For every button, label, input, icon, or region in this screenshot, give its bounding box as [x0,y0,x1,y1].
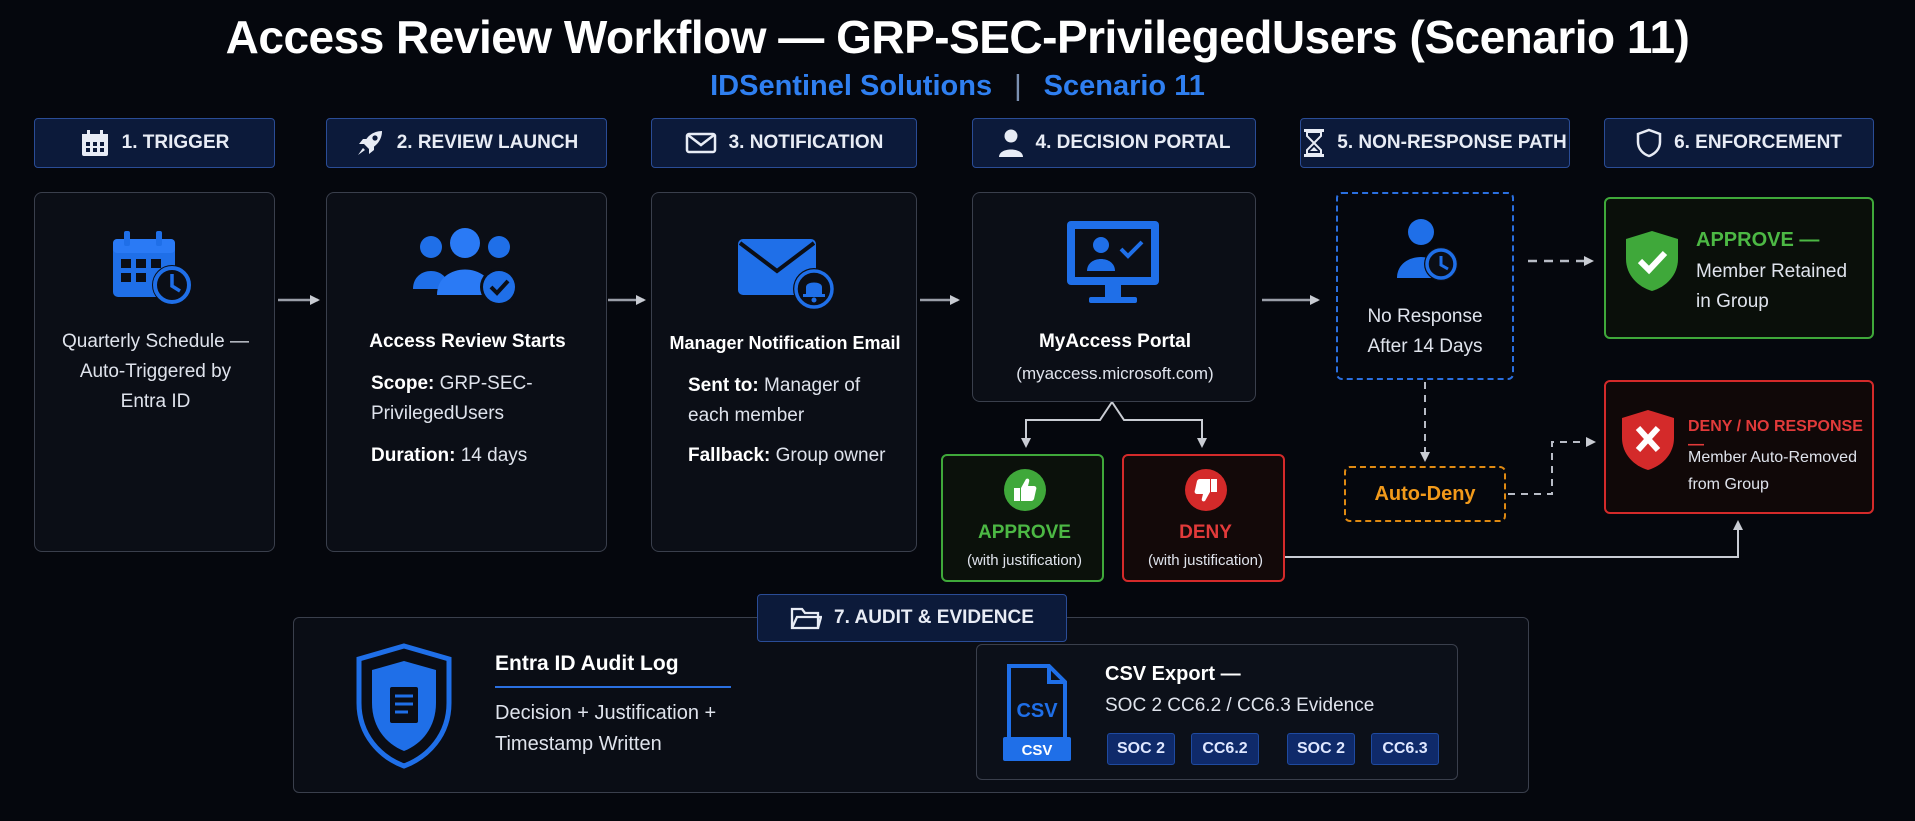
header-label: 4. DECISION PORTAL [1035,132,1231,153]
trigger-line: Quarterly Schedule — [62,331,249,352]
trigger-line: Auto-Triggered by [79,361,232,382]
audit-log-line: Decision + Justification + [495,702,717,724]
arrow-deny-enforce [1284,520,1743,558]
scope-value-cont: PrivilegedUsers [371,403,505,424]
tag-soc2: SOC 2 [1287,733,1355,765]
user-clock-icon [1397,219,1458,281]
sent-line: Sent to: Manager of [688,371,908,401]
approve-box: APPROVE (with justification) [941,454,1104,582]
sent-value: Manager of [764,375,861,396]
header-label: 7. AUDIT & EVIDENCE [834,607,1034,628]
enforce-approve-text: Member Retained in Group [1696,257,1847,317]
thumbs-up-icon [1004,469,1046,511]
enforce-approve-box: APPROVE — Member Retained in Group [1604,197,1874,339]
duration-line: Duration: 14 days [371,441,601,471]
fallback-label: Fallback: [688,445,771,466]
header-audit: 7. AUDIT & EVIDENCE [757,594,1067,642]
trigger-line: Entra ID [120,391,191,412]
header-non-response: 5. NON-RESPONSE PATH [1300,118,1570,168]
portal-heading: MyAccess Portal [1038,331,1192,352]
audit-log-title: Entra ID Audit Log [495,652,679,675]
deny-note: (with justification) [1147,552,1264,569]
user-group-icon [413,228,518,306]
audit-log-underline [495,686,731,688]
approve-label: APPROVE [978,522,1071,543]
fallback-line: Fallback: Group owner [688,441,908,471]
header-label: 5. NON-RESPONSE PATH [1337,132,1567,153]
csv-icon-text: CSV [1016,700,1058,722]
arrow-autodeny-enforce [1508,437,1596,495]
csv-export-box: CSV CSV CSV Export — SOC 2 CC6.2 / CC6.3… [976,644,1458,780]
tag-soc2: SOC 2 [1107,733,1175,765]
calendar-icon [81,130,108,156]
csv-badge: CSV [1022,742,1053,759]
calendar-clock-icon [113,231,192,305]
tag-cc63: CC6.3 [1371,733,1439,765]
header-label: 1. TRIGGER [121,132,230,153]
export-line: SOC 2 CC6.2 / CC6.3 Evidence [1105,695,1375,716]
diagram-canvas: Access Review Workflow — GRP-SEC-Privile… [0,0,1915,821]
card-trigger: Quarterly Schedule — Auto-Triggered by E… [34,192,275,552]
audit-log-text: Decision + Justification + Timestamp Wri… [495,698,716,760]
arrow-portal-approve [1021,401,1113,448]
nonresponse-text: No Response After 14 Days [1338,302,1512,362]
duration-value: 14 days [460,445,528,466]
card-review-launch: Access Review Starts Scope: GRP-SEC- Pri… [326,192,607,552]
shield-check-icon [1626,231,1678,291]
header-review-launch: 2. REVIEW LAUNCH [326,118,607,168]
email-bell-icon [738,239,835,310]
enforce-deny-text: Member Auto-Removed from Group [1688,444,1857,498]
launch-heading: Access Review Starts [369,331,566,352]
autodeny-box: Auto-Deny [1344,466,1506,522]
nonresponse-box: No Response After 14 Days [1336,192,1514,380]
tag-cc62: CC6.2 [1191,733,1259,765]
arrow-portal-deny [1111,401,1207,448]
enforce-deny-box: DENY / NO RESPONSE — Member Auto-Removed… [1604,380,1874,514]
approve-note: (with justification) [966,552,1083,569]
enforce-deny-line: from Group [1688,476,1769,493]
card-notification: Manager Notification Email Sent to: Mana… [651,192,917,552]
enforce-deny-line: Member Auto-Removed [1688,449,1857,466]
sent-value-cont: each member [688,405,805,426]
enforce-approve-line: in Group [1696,291,1769,312]
launch-details: Scope: GRP-SEC- PrivilegedUsers Duration… [371,369,601,471]
header-notification: 3. NOTIFICATION [651,118,917,168]
duration-label: Duration: [371,445,456,466]
notification-heading: Manager Notification Email [669,333,901,353]
audit-log-line: Timestamp Written [495,733,662,755]
header-enforcement: 6. ENFORCEMENT [1604,118,1874,168]
rocket-icon [357,131,382,155]
card-decision-portal: MyAccess Portal (myaccess.microsoft.com) [972,192,1256,402]
user-icon [998,129,1023,157]
header-label: 6. ENFORCEMENT [1674,132,1842,153]
shield-icon [1636,128,1662,158]
scope-line: Scope: GRP-SEC- [371,369,601,399]
deny-box: DENY (with justification) [1122,454,1285,582]
shield-x-icon [1622,410,1674,470]
portal-url: (myaccess.microsoft.com) [1016,364,1214,383]
enforce-approve-line: Member Retained [1696,261,1848,282]
header-trigger: 1. TRIGGER [34,118,275,168]
envelope-icon [685,132,716,154]
scope-label: Scope: [371,373,435,394]
nonresponse-line: No Response [1367,306,1483,327]
notification-details: Sent to: Manager of each member Fallback… [688,371,908,471]
nonresponse-line: After 14 Days [1367,336,1483,357]
sent-label: Sent to: [688,375,759,396]
deny-label: DENY [1179,522,1232,543]
export-title: CSV Export — [1105,663,1241,685]
hourglass-icon [1304,129,1325,157]
header-label: 2. REVIEW LAUNCH [396,132,579,153]
shield-document-icon [356,643,452,769]
header-decision-portal: 4. DECISION PORTAL [972,118,1256,168]
scope-value: GRP-SEC- [439,373,533,394]
csv-file-icon: CSV CSV [1003,664,1071,761]
folder-icon [790,607,823,630]
header-label: 3. NOTIFICATION [728,132,884,153]
monitor-user-icon [1067,221,1159,303]
trigger-description: Quarterly Schedule — Auto-Triggered by E… [35,327,276,417]
thumbs-down-icon [1185,469,1227,511]
enforce-approve-label: APPROVE — [1696,229,1820,251]
fallback-value: Group owner [775,445,886,466]
